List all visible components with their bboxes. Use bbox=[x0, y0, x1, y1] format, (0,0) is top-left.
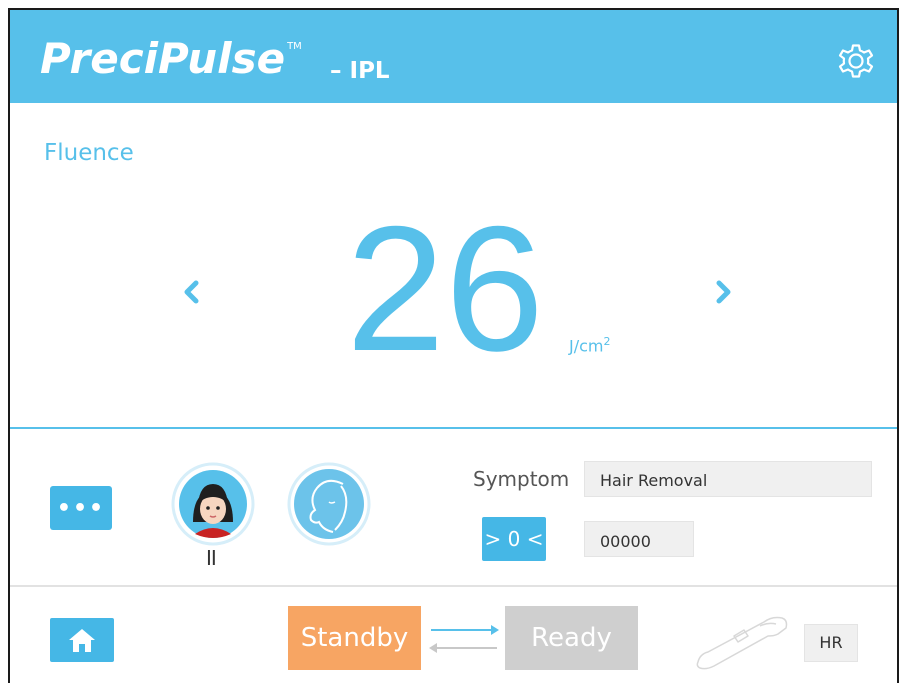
fluence-increase-button[interactable] bbox=[703, 272, 743, 312]
trademark-mark: TM bbox=[287, 41, 302, 52]
home-button[interactable] bbox=[50, 618, 114, 662]
transfer-arrows-icon bbox=[429, 625, 499, 653]
fluence-unit-base: J/cm bbox=[569, 336, 604, 356]
brand-logo: PreciPulse TM bbox=[40, 38, 302, 80]
face-profile-button[interactable] bbox=[287, 462, 371, 546]
fluence-unit-exponent: 2 bbox=[603, 335, 611, 348]
pulse-counter: 00000 bbox=[584, 521, 694, 557]
reset-counter-button[interactable]: > 0 < bbox=[482, 517, 546, 561]
mode-subtitle: – IPL bbox=[330, 58, 390, 84]
more-options-button[interactable]: ••• bbox=[50, 486, 112, 530]
device-screen: PreciPulseTM – IPL Fluence 26 J/cm2 ••• bbox=[8, 8, 899, 683]
header-bar: PreciPulse TM – IPL bbox=[10, 10, 897, 103]
skin-type-avatar-icon bbox=[171, 462, 255, 546]
footer-divider bbox=[10, 585, 897, 587]
handpiece-mode-badge: HR bbox=[804, 624, 858, 662]
chevron-right-icon bbox=[716, 280, 731, 304]
home-icon bbox=[69, 629, 95, 652]
handpiece-icon bbox=[696, 616, 788, 670]
standby-button[interactable]: Standby bbox=[288, 606, 421, 670]
face-profile-icon bbox=[287, 462, 371, 546]
fluence-decrease-button[interactable] bbox=[172, 272, 212, 312]
skin-type-button[interactable] bbox=[171, 462, 255, 546]
symptom-field[interactable]: Hair Removal bbox=[584, 461, 872, 497]
ready-button[interactable]: Ready bbox=[505, 606, 638, 670]
gear-icon bbox=[838, 44, 874, 78]
fluence-label: Fluence bbox=[44, 140, 134, 166]
symptom-label: Symptom bbox=[473, 467, 570, 491]
skin-type-label: II bbox=[206, 546, 217, 570]
section-divider bbox=[10, 427, 897, 429]
fluence-unit: J/cm2 bbox=[569, 336, 611, 354]
chevron-left-icon bbox=[184, 280, 199, 304]
brand-name: PreciPulse bbox=[40, 34, 286, 83]
fluence-value: 26 bbox=[346, 189, 544, 388]
settings-button[interactable] bbox=[834, 39, 878, 83]
